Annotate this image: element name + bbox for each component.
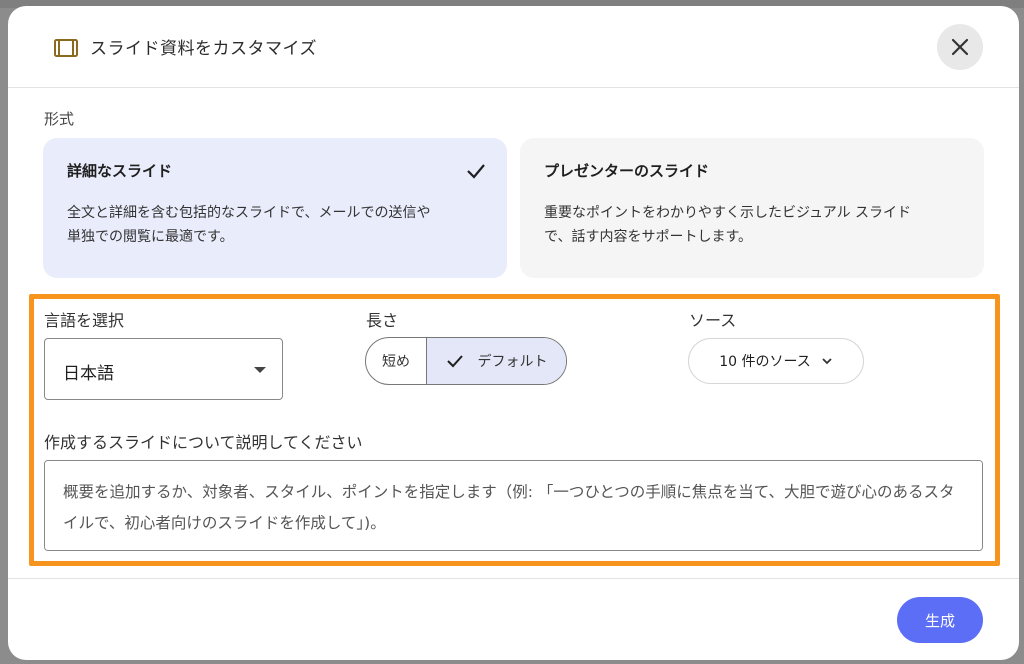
length-toggle: 短め デフォルト: [365, 337, 567, 385]
format-card-desc-line: で、話す内容をサポートします。: [544, 229, 753, 245]
generate-button[interactable]: 生成: [897, 597, 983, 643]
caret-down-icon: [254, 367, 266, 373]
length-option-short[interactable]: 短め: [366, 338, 427, 384]
format-card-detailed[interactable]: 詳細なスライド 全文と詳細を含む包括的なスライドで、メールでの送信や 単独での閲…: [43, 138, 507, 278]
format-card-presenter[interactable]: プレゼンターのスライド 重要なポイントをわかりやすく示したビジュアル スライド …: [520, 138, 984, 278]
customize-slides-dialog: スライド資料をカスタマイズ 形式 詳細なスライド 全文と詳細を含む包括的なスライ…: [8, 6, 1019, 660]
format-card-desc-line: 全文と詳細を含む包括的なスライドで、メールでの送信や: [67, 205, 431, 221]
length-option-default[interactable]: デフォルト: [427, 338, 566, 384]
source-label: ソース: [689, 311, 737, 330]
length-option-label: 短め: [382, 354, 410, 370]
check-icon: [446, 355, 463, 368]
format-card-desc-line: 単独での閲覧に最適です。: [67, 229, 234, 245]
source-dropdown-button[interactable]: 10 件のソース: [688, 338, 864, 384]
dialog-title: スライド資料をカスタマイズ: [90, 39, 317, 59]
close-icon: [951, 38, 969, 56]
format-card-desc-line: 重要なポイントをわかりやすく示したビジュアル スライド: [544, 205, 912, 221]
source-count: 10 件のソース: [719, 354, 811, 370]
format-card-title: 詳細なスライド: [67, 162, 173, 180]
format-card-desc: 全文と詳細を含む包括的なスライドで、メールでの送信や 単独での閲覧に最適です。: [67, 201, 483, 249]
dialog-header: スライド資料をカスタマイズ: [8, 6, 1019, 88]
close-button[interactable]: [937, 24, 983, 70]
length-label: 長さ: [366, 311, 399, 330]
slides-icon: [54, 39, 78, 57]
chevron-down-icon: [822, 358, 832, 365]
footer-divider: [8, 578, 1019, 579]
language-label: 言語を選択: [44, 311, 125, 330]
language-select[interactable]: 日本語: [44, 338, 283, 400]
language-value: 日本語: [63, 364, 114, 384]
length-option-label: デフォルト: [477, 354, 548, 370]
format-card-desc: 重要なポイントをわかりやすく示したビジュアル スライド で、話す内容をサポートし…: [544, 201, 960, 249]
description-input[interactable]: [44, 460, 983, 551]
format-card-title: プレゼンターのスライド: [544, 162, 710, 180]
check-icon: [467, 164, 485, 179]
format-label: 形式: [44, 110, 75, 128]
description-label: 作成するスライドについて説明してください: [44, 433, 363, 452]
